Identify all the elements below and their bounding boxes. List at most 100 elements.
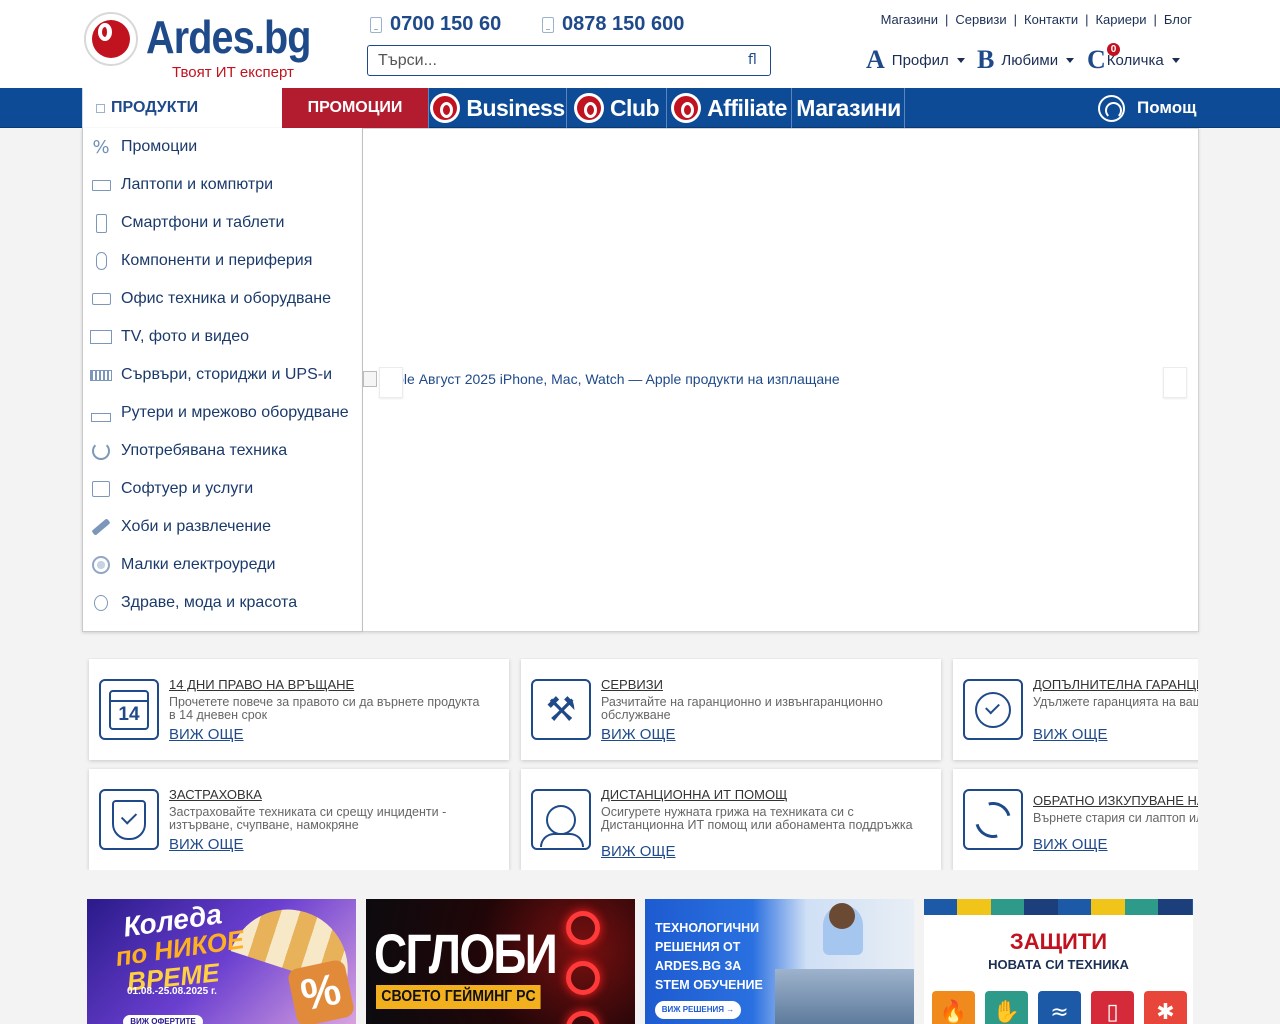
slider-next-button[interactable] (1163, 367, 1187, 398)
category-label: Сървъри, сториджи и UPS-и (121, 366, 332, 383)
smartphone-icon (90, 212, 112, 234)
link-separator: | (944, 12, 949, 27)
service-title[interactable]: СЕРВИЗИ (601, 677, 663, 692)
promo-banner-christmas[interactable]: Коледа по НИКОЕ ВРЕМЕ 01.08.-25.08.2025 … (87, 899, 356, 1024)
category-laptops[interactable]: Лаптопи и компютри (83, 166, 362, 204)
category-label: Софтуер и услуги (121, 480, 254, 497)
search-icon[interactable]: fl (748, 52, 761, 69)
service-card-repairs: ⚒ СЕРВИЗИ Разчитайте на гаранционно и из… (521, 659, 941, 760)
category-components[interactable]: Компоненти и периферия (83, 242, 362, 280)
site-logo[interactable]: Ardes.bg Твоят ИТ експерт (84, 11, 314, 83)
service-title[interactable]: 14 ДНИ ПРАВО НА ВРЪЩАНЕ (169, 677, 354, 692)
see-more-link[interactable]: ВИЖ ОЩЕ (1033, 726, 1108, 743)
code-window-icon (90, 478, 112, 500)
category-routers[interactable]: Рутери и мрежово оборудване (83, 394, 362, 432)
promo-banner-protect[interactable]: ЗАЩИТИ НОВАТА СИ ТЕХНИКА 🔥 ✋ ≈ ▯ ✱ (924, 899, 1193, 1024)
service-title[interactable]: ДОПЪЛНИТЕЛНА ГАРАНЦИЯ (1033, 677, 1198, 692)
nav-club[interactable]: Club (566, 88, 666, 128)
calendar-icon: 14 (99, 679, 159, 740)
top-link-contacts[interactable]: Контакти (1024, 12, 1078, 27)
headset-icon (1098, 94, 1125, 122)
category-smartphones[interactable]: Смартфони и таблети (83, 204, 362, 242)
teacher-head-image (829, 903, 855, 929)
service-description: Разчитайте на гаранционно и извънгаранци… (601, 695, 883, 722)
slider-prev-button[interactable] (379, 367, 403, 398)
service-card-insurance: ЗАСТРАХОВКА Застраховайте техниката си с… (89, 769, 509, 870)
mouse-icon (90, 250, 112, 272)
top-link-blog[interactable]: Блог (1164, 12, 1192, 27)
water-icon: ≈ (1038, 991, 1081, 1024)
category-office[interactable]: Офис техника и оборудване (83, 280, 362, 318)
accident-icon: ✱ (1144, 991, 1187, 1024)
heart-icon: B (977, 45, 995, 74)
fan-image (566, 961, 600, 995)
router-icon (90, 402, 112, 424)
see-more-link[interactable]: ВИЖ ОЩЕ (169, 726, 244, 743)
service-description: Прочетете повече за правото си да върнет… (169, 695, 480, 722)
support-agent-icon (531, 789, 591, 850)
service-description: Осигурете нужната грижа на техниката си … (601, 805, 913, 832)
hero-banner-link[interactable]: Apple Август 2025 iPhone, Mac, Watch — A… (363, 371, 840, 387)
category-label: Смартфони и таблети (121, 214, 285, 231)
nav-club-label: Club (609, 94, 660, 121)
shield-check-icon (99, 789, 159, 850)
recycle-icon (963, 789, 1023, 850)
profile-menu[interactable]: A Профил (866, 45, 965, 75)
profile-label: Профил (891, 51, 949, 69)
see-more-link[interactable]: ВИЖ ОЩЕ (169, 836, 244, 853)
top-links: Магазини | Сервизи | Контакти | Кариери | Бл… (881, 12, 1192, 27)
phone-link-1[interactable]: 0700 150 60 (370, 13, 501, 36)
nav-products[interactable]: ПРОДУКТИ (82, 88, 282, 128)
nav-stores[interactable]: Магазини (791, 88, 905, 128)
service-card-warranty: ДОПЪЛНИТЕЛНА ГАРАНЦИЯ Удължете гаранцият… (953, 659, 1198, 760)
logo-name: Ardes.bg (146, 11, 311, 63)
category-hobby[interactable]: Хоби и развлечение (83, 508, 362, 546)
phone-number-1: 0700 150 60 (390, 13, 502, 35)
see-more-link[interactable]: ВИЖ ОЩЕ (601, 843, 676, 860)
promo-banner-stem[interactable]: ТЕХНОЛОГИЧНИ РЕШЕНИЯ ОТ ARDES.BG ЗА STEM… (645, 899, 914, 1024)
profile-icon: A (866, 45, 885, 74)
category-health[interactable]: Здраве, мода и красота (83, 584, 362, 622)
see-more-link[interactable]: ВИЖ ОЩЕ (601, 726, 676, 743)
promo-banner-gaming[interactable]: СГЛОБИ СВОЕТО ГЕЙМИНГ PC (366, 899, 635, 1024)
nav-promotions[interactable]: ПРОМОЦИИ (282, 88, 428, 128)
service-title[interactable]: ОБРАТНО ИЗКУПУВАНЕ НА ТЕХНИКА (1033, 793, 1198, 808)
main-nav: ПРОДУКТИ ПРОМОЦИИ Business Club Affiliat… (0, 88, 1280, 128)
search-input[interactable] (378, 50, 738, 72)
badge-check-icon (963, 679, 1023, 740)
laptop-icon (90, 174, 112, 196)
nav-business[interactable]: Business (428, 88, 566, 128)
nav-affiliate[interactable]: Affiliate (666, 88, 791, 128)
service-title[interactable]: ДИСТАНЦИОННА ИТ ПОМОЩ (601, 787, 787, 802)
cart-menu[interactable]: C 0 Количка (1087, 43, 1180, 75)
see-more-link[interactable]: ВИЖ ОЩЕ (1033, 836, 1108, 853)
category-promotions[interactable]: % Промоции (83, 128, 362, 166)
nav-help[interactable]: Помощ (1098, 88, 1196, 128)
category-software[interactable]: Софтуер и услуги (83, 470, 362, 508)
top-link-careers[interactable]: Кариери (1095, 12, 1146, 27)
service-title[interactable]: ЗАСТРАХОВКА (169, 787, 262, 802)
category-appliances[interactable]: Малки електроуреди (83, 546, 362, 584)
top-link-services[interactable]: Сервизи (955, 12, 1006, 27)
banner-text: НОВАТА СИ ТЕХНИКА (988, 957, 1129, 972)
chevron-down-icon (1066, 57, 1075, 63)
category-tv[interactable]: TV, фото и видео (83, 318, 362, 356)
top-link-stores[interactable]: Магазини (881, 12, 938, 27)
phone-icon (370, 16, 382, 33)
favorites-menu[interactable]: B Любими (977, 45, 1075, 75)
percent-badge-icon: % (286, 958, 356, 1024)
category-label: Здраве, мода и красота (121, 594, 298, 611)
service-card-remote-help: ДИСТАНЦИОННА ИТ ПОМОЩ Осигурете нужната … (521, 769, 941, 870)
service-cards: 14 14 ДНИ ПРАВО НА ВРЪЩАНЕ Прочетете пов… (82, 658, 1198, 870)
category-used[interactable]: Употребявана техника (83, 432, 362, 470)
nav-help-label: Помощ (1137, 98, 1197, 117)
nav-affiliate-label: Affiliate (707, 94, 787, 121)
service-card-buyback: ОБРАТНО ИЗКУПУВАНЕ НА ТЕХНИКА Върнете ст… (953, 769, 1198, 870)
menu-icon (96, 103, 105, 113)
phone-link-2[interactable]: 0878 150 600 (542, 13, 684, 36)
tv-icon (90, 326, 112, 348)
server-icon (90, 364, 112, 386)
category-label: Малки електроуреди (121, 556, 276, 573)
hero-slider: Apple Август 2025 iPhone, Mac, Watch — A… (363, 128, 1199, 632)
category-servers[interactable]: Сървъри, сториджи и UPS-и (83, 356, 362, 394)
